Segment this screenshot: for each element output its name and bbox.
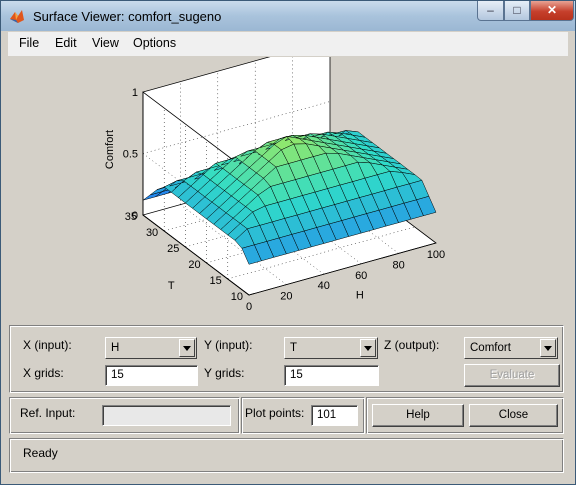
maximize-button[interactable]: □: [504, 1, 530, 21]
menu-view[interactable]: View: [92, 36, 119, 50]
y-grids-input[interactable]: 15: [284, 365, 379, 386]
y-tick-label: 30: [146, 227, 158, 239]
z-tick-label: 0: [132, 210, 138, 222]
z-output-value: Comfort: [470, 342, 511, 354]
plot-points-input[interactable]: 101: [311, 405, 358, 426]
z-output-select[interactable]: Comfort: [464, 337, 558, 359]
menu-file[interactable]: File: [19, 36, 39, 50]
x-input-dropdown-icon[interactable]: [179, 339, 195, 357]
x-tick-label: 40: [318, 280, 330, 292]
help-button[interactable]: Help: [372, 404, 464, 427]
title-bar[interactable]: Surface Viewer: comfort_sugeno – □ ✕: [1, 1, 575, 31]
matlab-logo-icon: [10, 10, 24, 23]
x-input-select[interactable]: H: [105, 337, 197, 359]
y-input-label: Y (input):: [204, 338, 253, 352]
surface-viewer-window: Surface Viewer: comfort_sugeno – □ ✕ Fil…: [0, 0, 576, 485]
y-grids-label: Y grids:: [204, 366, 245, 380]
menu-edit[interactable]: Edit: [55, 36, 77, 50]
z-output-label: Z (output):: [384, 338, 440, 352]
x-tick-label: 60: [355, 270, 367, 282]
status-panel: [9, 438, 564, 473]
z-tick-label: 0.5: [123, 149, 138, 161]
plot-points-label: Plot points:: [245, 406, 305, 420]
x-tick-label: 20: [280, 291, 292, 303]
window-title: Surface Viewer: comfort_sugeno: [33, 9, 222, 24]
evaluate-button[interactable]: Evaluate: [464, 364, 560, 387]
x-grids-label: X grids:: [23, 366, 64, 380]
menu-bar: File Edit View Options: [8, 32, 568, 56]
y-tick-label: 15: [210, 275, 222, 287]
x-input-value: H: [111, 342, 120, 354]
minimize-button[interactable]: –: [477, 1, 504, 21]
y-tick-label: 20: [188, 259, 200, 271]
x-input-label: X (input):: [23, 338, 72, 352]
close-button[interactable]: Close: [469, 404, 558, 427]
y-input-dropdown-icon[interactable]: [360, 339, 376, 357]
client-area: 0 20 40 60 80 100 10 15 20 25 30 35 0 0.5 1 H T Comfort X…: [8, 57, 568, 479]
ref-input-field[interactable]: [102, 405, 231, 426]
x-tick-label: 80: [392, 259, 404, 271]
y-axis-label: T: [168, 280, 175, 292]
z-tick-label: 1: [132, 87, 138, 99]
y-input-value: T: [290, 342, 298, 354]
z-output-dropdown-icon[interactable]: [540, 339, 556, 357]
menu-options[interactable]: Options: [133, 36, 176, 50]
x-tick-label: 0: [246, 301, 252, 313]
x-grids-input[interactable]: 15: [105, 365, 198, 386]
x-axis-label: H: [356, 289, 364, 301]
status-text: Ready: [23, 446, 58, 460]
ref-input-label: Ref. Input:: [20, 406, 76, 420]
x-tick-label: 100: [427, 249, 445, 261]
close-window-button[interactable]: ✕: [530, 1, 574, 21]
y-tick-label: 10: [231, 291, 243, 303]
surface-plot[interactable]: 02040608010010152025303500.51HTComfort: [8, 57, 568, 315]
y-input-select[interactable]: T: [284, 337, 378, 359]
y-tick-label: 25: [167, 243, 179, 255]
z-axis-label: Comfort: [104, 130, 116, 169]
